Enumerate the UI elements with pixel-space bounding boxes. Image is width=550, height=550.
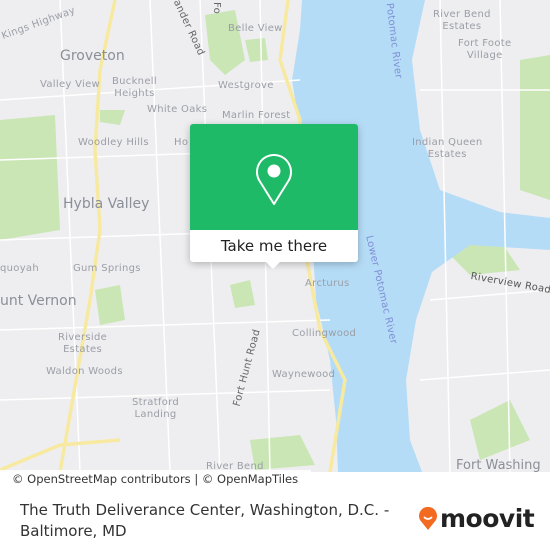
label-sequoyah: quoyah [0,263,39,274]
label-stratford-landing: Stratford Landing [132,397,180,420]
label-riverside-estates: Riverside Estates [58,332,108,355]
destination-popup: Take me there [190,124,358,269]
label-indian-queen-estates: Indian Queen Estates [412,137,483,160]
label-fort-foote-village: Fort Foote Village [458,38,512,61]
take-me-there-button[interactable]: Take me there [190,230,358,262]
label-collingwood: Collingwood [292,328,357,339]
label-hybla-valley: Hybla Valley [63,196,150,212]
map[interactable]: Kings Highway Groveton Valley View Buckn… [0,0,550,472]
label-waynewood: Waynewood [272,369,336,380]
moovit-logo[interactable]: moovit [418,504,535,533]
moovit-pin-icon [419,506,437,530]
label-arcturus: Arcturus [305,278,350,289]
moovit-wordmark: moovit [440,504,535,533]
label-valley-view: Valley View [40,79,101,90]
label-groveton: Groveton [60,48,125,64]
label-woodley-hills: Woodley Hills [78,137,149,148]
label-ho: Ho [174,137,189,148]
footer: The Truth Deliverance Center, Washington… [0,490,550,550]
label-belle-view: Belle View [228,23,283,34]
popup-pointer [266,262,280,269]
label-mount-vernon: unt Vernon [0,293,77,309]
label-westgrove: Westgrove [218,80,274,91]
label-bucknell-heights: Bucknell Heights [112,76,157,99]
map-attribution[interactable]: © OpenStreetMap contributors | © OpenMap… [0,470,311,490]
label-gum-springs: Gum Springs [73,263,141,274]
label-waldon-woods: Waldon Woods [46,366,123,377]
label-marlin-forest: Marlin Forest [222,110,291,121]
label-river-bend-estates: River Bend Estates [433,9,491,32]
place-title: The Truth Deliverance Center, Washington… [20,501,390,540]
popup-header [190,124,358,230]
label-white-oaks: White Oaks [147,104,208,115]
label-fort-washington: Fort Washing [456,458,541,472]
label-fo: Fo [211,1,223,15]
map-pin-icon [256,154,292,205]
